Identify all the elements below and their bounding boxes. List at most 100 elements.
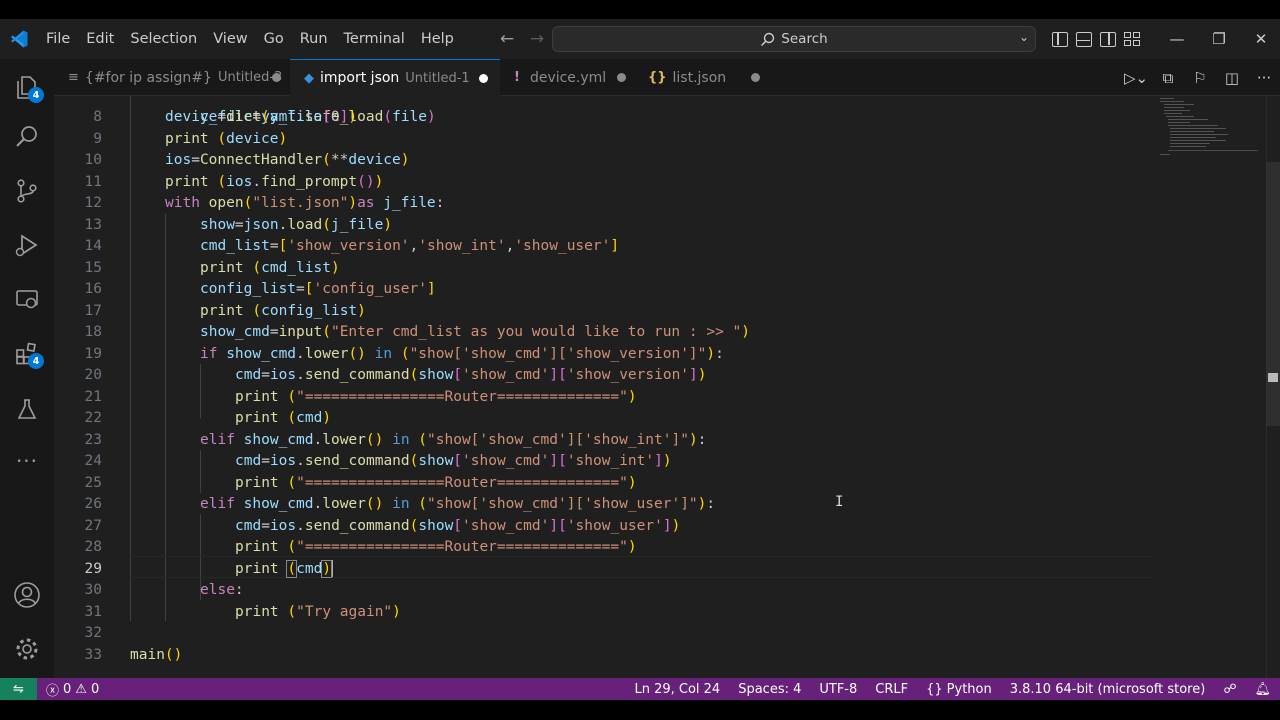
code-line: 24 cmd=ios.send_command(show['show_cmd'][… <box>54 451 1154 473</box>
code-line: 13 show=json.load(j_file) <box>54 215 1154 237</box>
search-view-icon[interactable] <box>0 113 54 161</box>
yaml-icon: ! <box>514 70 520 85</box>
line-number: 30 <box>84 582 102 598</box>
menu-help[interactable]: Help <box>413 19 462 59</box>
settings-gear-icon[interactable] <box>0 625 54 673</box>
tab-list-json[interactable]: {} list.json <box>634 59 768 96</box>
unsaved-dot-icon[interactable] <box>617 73 626 82</box>
toggle-panel-icon[interactable] <box>1076 31 1092 47</box>
line-number: 28 <box>84 539 102 555</box>
json-icon: {} <box>648 70 667 85</box>
code-line: 32 <box>54 623 1154 645</box>
indentation[interactable]: Spaces: 4 <box>729 682 810 697</box>
code-line: 9 print (device) <box>54 129 1154 151</box>
unsaved-dot-icon[interactable] <box>272 73 281 82</box>
minimize-icon[interactable]: — <box>1156 19 1198 59</box>
remote-explorer-icon[interactable] <box>0 275 54 323</box>
forward-arrow-icon[interactable]: → <box>526 29 548 49</box>
extensions-icon[interactable]: 4 <box>0 329 54 377</box>
window-controls: — ❐ ✕ <box>1156 19 1280 59</box>
menu-selection[interactable]: Selection <box>122 19 205 59</box>
code-line: 27 cmd=ios.send_command(show['show_cmd'][… <box>54 516 1154 538</box>
code-line: 16 config_list=['config_user'] <box>54 279 1154 301</box>
text-file-icon: ≡ <box>68 70 79 85</box>
accounts-icon[interactable] <box>0 571 54 619</box>
toggle-primary-sidebar-icon[interactable] <box>1052 31 1068 47</box>
vertical-scrollbar[interactable] <box>1266 162 1280 426</box>
live-share-icon[interactable]: ⚐ <box>1184 69 1216 87</box>
run-debug-icon[interactable] <box>0 221 54 269</box>
split-editor-icon[interactable]: ◫ <box>1216 69 1248 87</box>
error-icon: ⓧ <box>46 683 60 699</box>
code-line: 30 else: <box>54 580 1154 602</box>
close-icon[interactable]: ✕ <box>1240 19 1280 59</box>
string-literal: "show['show_cmd']['show_user']" <box>427 496 698 512</box>
run-python-file-icon[interactable]: ▷⌄ <box>1120 69 1152 87</box>
string-literal: 'show_int' <box>418 238 506 254</box>
explorer-icon[interactable]: 4 <box>0 63 54 111</box>
tab-import-json[interactable]: ◆ import json Untitled-1 <box>290 59 500 96</box>
string-literal: "show['show_cmd']['show_int']" <box>427 431 689 448</box>
code-line: 23 elif show_cmd.lower() in ("show['show_… <box>54 430 1154 452</box>
line-number: 11 <box>84 173 102 190</box>
layout-controls <box>1052 19 1140 59</box>
source-control-icon[interactable] <box>0 167 54 215</box>
editor-actions: ▷⌄ ⧉ ⚐ ◫ ··· <box>1120 59 1280 96</box>
chevron-down-icon[interactable]: ⌄ <box>1019 30 1029 44</box>
more-actions-icon[interactable]: ··· <box>1248 69 1280 87</box>
line-number: 19 <box>84 345 102 362</box>
testing-flask-icon[interactable] <box>0 385 54 433</box>
menu-terminal[interactable]: Terminal <box>336 19 413 59</box>
line-number: 20 <box>84 367 102 383</box>
problems-indicator[interactable]: ⓧ 0 ⚠ 0 <box>37 680 108 699</box>
encoding[interactable]: UTF-8 <box>810 682 866 697</box>
string-literal: 'show_user' <box>566 517 663 534</box>
search-label: Search <box>781 31 828 47</box>
menu-go[interactable]: Go <box>256 19 292 59</box>
tab-for-ip-assign[interactable]: ≡ {#for ip assign#} Untitled-3 <box>54 59 290 96</box>
remote-indicator-icon[interactable]: ⇋ <box>0 678 37 700</box>
notifications-bell-icon[interactable]: 🔔︎ <box>1245 682 1280 697</box>
menu-view[interactable]: View <box>205 19 255 59</box>
menu-edit[interactable]: Edit <box>78 19 122 59</box>
letterbox-bottom <box>0 700 1280 720</box>
code-editor[interactable]: y_file=yaml.safe_load(file) 8 device=dict… <box>54 96 1280 678</box>
string-literal: 'show_version' <box>566 367 690 383</box>
feedback-icon[interactable]: ☍ <box>1214 682 1245 697</box>
restore-icon[interactable]: ❐ <box>1198 19 1240 59</box>
extensions-badge: 4 <box>28 353 44 369</box>
tab-description: Untitled-1 <box>405 70 470 86</box>
language-mode[interactable]: {} Python <box>917 682 1001 697</box>
tab-title: import json <box>320 70 400 86</box>
code-line: 21 print ("================Router========… <box>54 387 1154 409</box>
activity-bar: 4 4 ··· <box>0 59 54 678</box>
line-number: 12 <box>84 195 102 211</box>
back-arrow-icon[interactable]: ← <box>496 29 518 49</box>
unsaved-dot-icon[interactable] <box>751 73 760 82</box>
minimap[interactable] <box>1158 96 1268 156</box>
error-count: 0 <box>63 681 72 697</box>
code-line: 8 device=dict(y_file[0]) <box>54 107 1154 129</box>
line-number: 22 <box>84 410 102 426</box>
code-line: 22 print (cmd) <box>54 408 1154 430</box>
line-number: 23 <box>84 431 102 448</box>
cursor-position[interactable]: Ln 29, Col 24 <box>625 682 729 697</box>
menu-file[interactable]: File <box>38 19 78 59</box>
string-literal: "Enter cmd_list as you would like to run… <box>330 324 742 340</box>
language-label: Python <box>946 681 992 697</box>
menu-run[interactable]: Run <box>292 19 336 59</box>
title-bar: File Edit Selection View Go Run Terminal… <box>0 19 1280 59</box>
end-of-line[interactable]: CRLF <box>866 682 917 697</box>
unsaved-dot-icon[interactable] <box>479 74 488 83</box>
code-line: 14 cmd_list=['show_version','show_int','s… <box>54 236 1154 258</box>
explorer-badge: 4 <box>28 87 44 103</box>
python-interpreter[interactable]: 3.8.10 64-bit (microsoft store) <box>1001 682 1215 697</box>
line-number: 13 <box>84 216 102 233</box>
more-views-icon[interactable]: ··· <box>0 437 54 485</box>
customize-layout-icon[interactable] <box>1124 31 1140 47</box>
open-changes-icon[interactable]: ⧉ <box>1152 69 1184 87</box>
tab-device-yml[interactable]: ! device.yml <box>500 59 634 96</box>
command-center-search[interactable]: Search ⌄ <box>552 26 1036 52</box>
toggle-secondary-sidebar-icon[interactable] <box>1100 31 1116 47</box>
code-line: 18 show_cmd=input("Enter cmd_list as you … <box>54 322 1154 344</box>
